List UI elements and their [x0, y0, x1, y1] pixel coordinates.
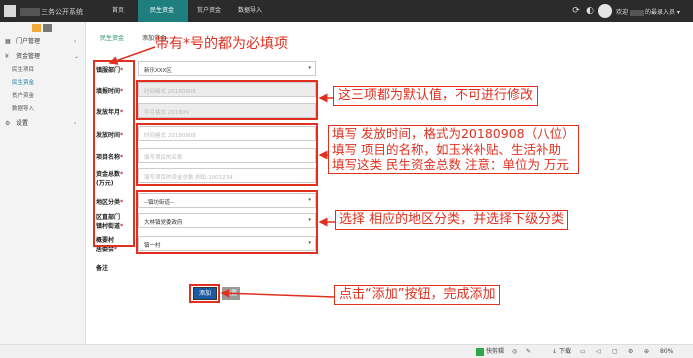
pin-icon[interactable]: ✎ — [526, 347, 531, 357]
settings-icon[interactable]: ⚙ — [628, 347, 633, 357]
screenshot-icon[interactable]: ▢ — [612, 347, 618, 357]
required-labels-highlight — [93, 60, 135, 247]
money-icon: ¥ — [5, 53, 9, 60]
sidebar-item-portal[interactable]: ▦ 门户管理 › — [0, 34, 85, 49]
top-navigation-bar: 三务公开系统 首页 民生资金 贫户资金 数据导入 ⟳ ◐ 欢迎 的最录入员 ▾ — [0, 0, 693, 22]
redacted-area — [629, 9, 644, 16]
town-select[interactable]: 新乐XXX区 ▾ — [138, 61, 316, 76]
theme-icon[interactable]: ◐ — [584, 5, 596, 17]
sidebar-sub-data-import[interactable]: 数据导入 — [0, 103, 85, 116]
redacted-area — [20, 8, 40, 16]
chevron-right-icon: › — [74, 38, 77, 45]
sound-icon[interactable]: ◁ — [596, 347, 601, 357]
sidebar-layout-button[interactable] — [43, 24, 52, 32]
reset-button[interactable]: 重置 — [222, 287, 240, 300]
welcome-user[interactable]: 欢迎 的最录入员 ▾ — [616, 7, 680, 16]
chevron-right-icon: › — [74, 120, 77, 127]
sidebar-item-funds[interactable]: ¥ 资金管理 ⌄ — [0, 49, 85, 64]
chevron-down-icon: ⌄ — [74, 53, 80, 60]
app-title-text: 三务公开系统 — [41, 8, 83, 16]
window-icon[interactable]: ▭ — [580, 347, 586, 357]
tab-livelihood-fund[interactable]: 民生资金 — [100, 33, 124, 42]
nav-livelihood-fund[interactable]: 民生资金 — [138, 0, 188, 22]
default-fields-highlight — [136, 80, 318, 120]
zoom-level[interactable]: 80% — [660, 347, 673, 357]
grid-icon: ▦ — [5, 38, 11, 45]
callout-defaults: 这三项都为默认值，不可进行修改 — [333, 86, 539, 107]
avatar[interactable] — [598, 4, 612, 18]
refresh-icon[interactable]: ⟳ — [570, 5, 582, 17]
quick-clip-button[interactable]: 快剪辑 — [476, 347, 504, 357]
callout-required: 带有*号的都为必填项 — [155, 36, 288, 52]
sidebar-sub-poor-fund[interactable]: 贫户资金 — [0, 90, 85, 103]
fill-fields-highlight — [136, 123, 318, 186]
sidebar-toggle-button[interactable] — [32, 24, 41, 32]
app-title: 三务公开系统 — [20, 7, 83, 17]
select-fields-highlight — [136, 190, 318, 254]
play-icon — [476, 347, 484, 356]
gear-icon: ⚙ — [5, 120, 11, 127]
label-remark: 备注 — [96, 265, 109, 272]
sidebar-sub-livelihood-project[interactable]: 民生项目 — [0, 64, 85, 77]
sidebar-item-settings[interactable]: ⚙ 设置 › — [0, 116, 85, 131]
callout-select: 选择 相应的地区分类，并选择下级分类 — [335, 210, 569, 231]
chevron-down-icon: ▾ — [308, 65, 311, 71]
callout-fill: 填写 发放时间，格式为20180908（八位） 填写 项目的名称，如玉米补贴、生… — [328, 125, 579, 174]
sidebar: ▦ 门户管理 › ¥ 资金管理 ⌄ 民生项目 民生资金 贫户资金 数据导入 ⚙ … — [0, 22, 86, 344]
nav-home[interactable]: 首页 — [100, 0, 136, 22]
add-button-highlight — [189, 284, 220, 303]
browser-status-bar: 快剪辑 ◎ ✎ ↓ 下载 ▭ ◁ ▢ ⚙ ⊕ 80% — [0, 344, 693, 358]
callout-add: 点击“添加”按钮，完成添加 — [334, 285, 501, 306]
browser-icon[interactable]: ◎ — [512, 347, 517, 357]
app-logo — [4, 5, 16, 17]
sidebar-toolbar — [0, 22, 85, 34]
sidebar-sub-livelihood-fund[interactable]: 民生资金 — [0, 77, 85, 90]
nav-data-import[interactable]: 数据导入 — [226, 0, 274, 22]
zoom-icon[interactable]: ⊕ — [644, 347, 649, 357]
download-button[interactable]: ↓ 下载 — [552, 347, 571, 357]
